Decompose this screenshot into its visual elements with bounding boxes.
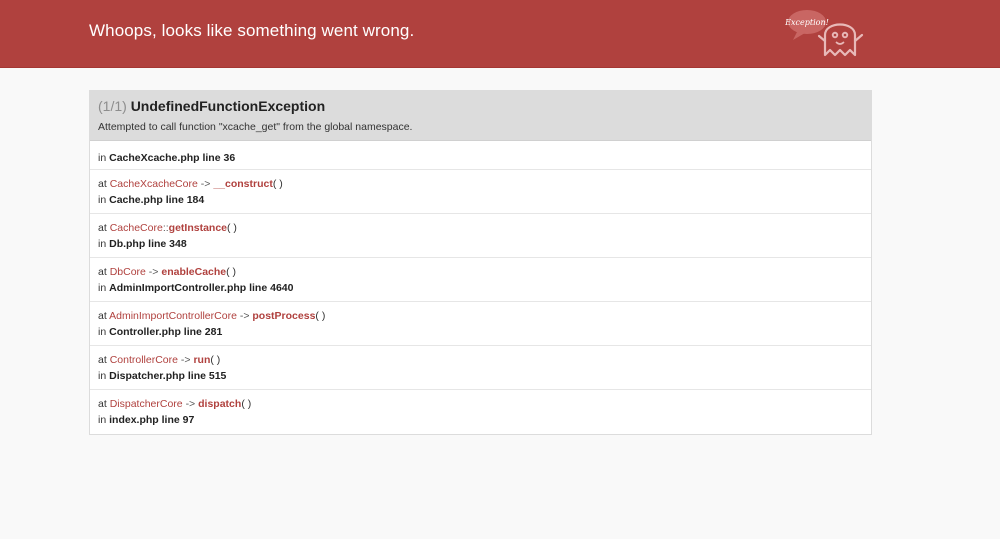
trace-frame: at CacheCore::getInstance( ) in Db.php l… <box>90 214 871 258</box>
trace-frame: at ControllerCore -> run( ) in Dispatche… <box>90 346 871 390</box>
class-name[interactable]: AdminImportControllerCore <box>109 310 237 322</box>
at-label: at <box>98 266 107 278</box>
trace-frame: at DbCore -> enableCache( ) in AdminImpo… <box>90 258 871 302</box>
args: ( ) <box>226 266 237 278</box>
page-title: Whoops, looks like something went wrong. <box>89 21 415 40</box>
call-operator: -> <box>180 354 191 366</box>
class-name[interactable]: DbCore <box>110 266 146 278</box>
call-operator: -> <box>185 398 196 410</box>
file-line: Db.php line 348 <box>109 238 187 250</box>
error-header: Whoops, looks like something went wrong.… <box>0 0 1000 68</box>
exception-name: UndefinedFunctionException <box>130 98 326 114</box>
class-name[interactable]: CacheCore <box>110 222 163 234</box>
method-name[interactable]: dispatch <box>198 398 241 410</box>
class-name[interactable]: DispatcherCore <box>110 398 183 410</box>
in-label: in <box>98 414 107 426</box>
at-label: at <box>98 222 107 234</box>
args: ( ) <box>210 354 221 366</box>
file-line: CacheXcache.php line 36 <box>109 152 236 164</box>
exception-message: Attempted to call function "xcache_get" … <box>98 121 413 133</box>
trace-frame: at DispatcherCore -> dispatch( ) in inde… <box>90 390 871 434</box>
file-line: Cache.php line 184 <box>109 194 205 206</box>
at-label: at <box>98 398 107 410</box>
args: ( ) <box>272 178 283 190</box>
file-line: index.php line 97 <box>109 414 195 426</box>
args: ( ) <box>227 222 237 234</box>
in-label: in <box>98 194 107 206</box>
file-line: AdminImportController.php line 4640 <box>109 282 294 294</box>
method-name[interactable]: postProcess <box>252 310 315 322</box>
exception-panel: (1/1) UndefinedFunctionException Attempt… <box>89 90 872 435</box>
in-label: in <box>98 238 107 250</box>
method-name[interactable]: __construct <box>213 178 273 190</box>
trace-frame: at AdminImportControllerCore -> postProc… <box>90 302 871 346</box>
file-line: Dispatcher.php line 515 <box>109 370 227 382</box>
trace-frame: at CacheXcacheCore -> __construct( ) in … <box>90 170 871 214</box>
at-label: at <box>98 178 107 190</box>
class-name[interactable]: CacheXcacheCore <box>110 178 198 190</box>
in-label: in <box>98 282 107 294</box>
args: ( ) <box>241 398 252 410</box>
at-label: at <box>98 310 107 322</box>
exception-title: (1/1) UndefinedFunctionException <box>98 91 863 114</box>
exception-header: (1/1) UndefinedFunctionException Attempt… <box>90 91 871 141</box>
call-operator: -> <box>148 266 159 278</box>
exception-ghost-logo: Exception! <box>784 5 875 60</box>
logo-text: Exception! <box>785 18 829 27</box>
in-label: in <box>98 370 107 382</box>
in-label: in <box>98 326 107 338</box>
method-name[interactable]: getInstance <box>169 222 227 234</box>
call-operator: -> <box>239 310 250 322</box>
method-name[interactable]: run <box>193 354 210 366</box>
exception-count: (1/1) <box>98 98 127 114</box>
args: ( ) <box>315 310 326 322</box>
method-name[interactable]: enableCache <box>161 266 226 278</box>
trace-origin: in CacheXcache.php line 36 <box>90 141 871 170</box>
file-line: Controller.php line 281 <box>109 326 223 338</box>
at-label: at <box>98 354 107 366</box>
class-name[interactable]: ControllerCore <box>110 354 178 366</box>
in-label: in <box>98 152 107 164</box>
call-operator: -> <box>200 178 211 190</box>
